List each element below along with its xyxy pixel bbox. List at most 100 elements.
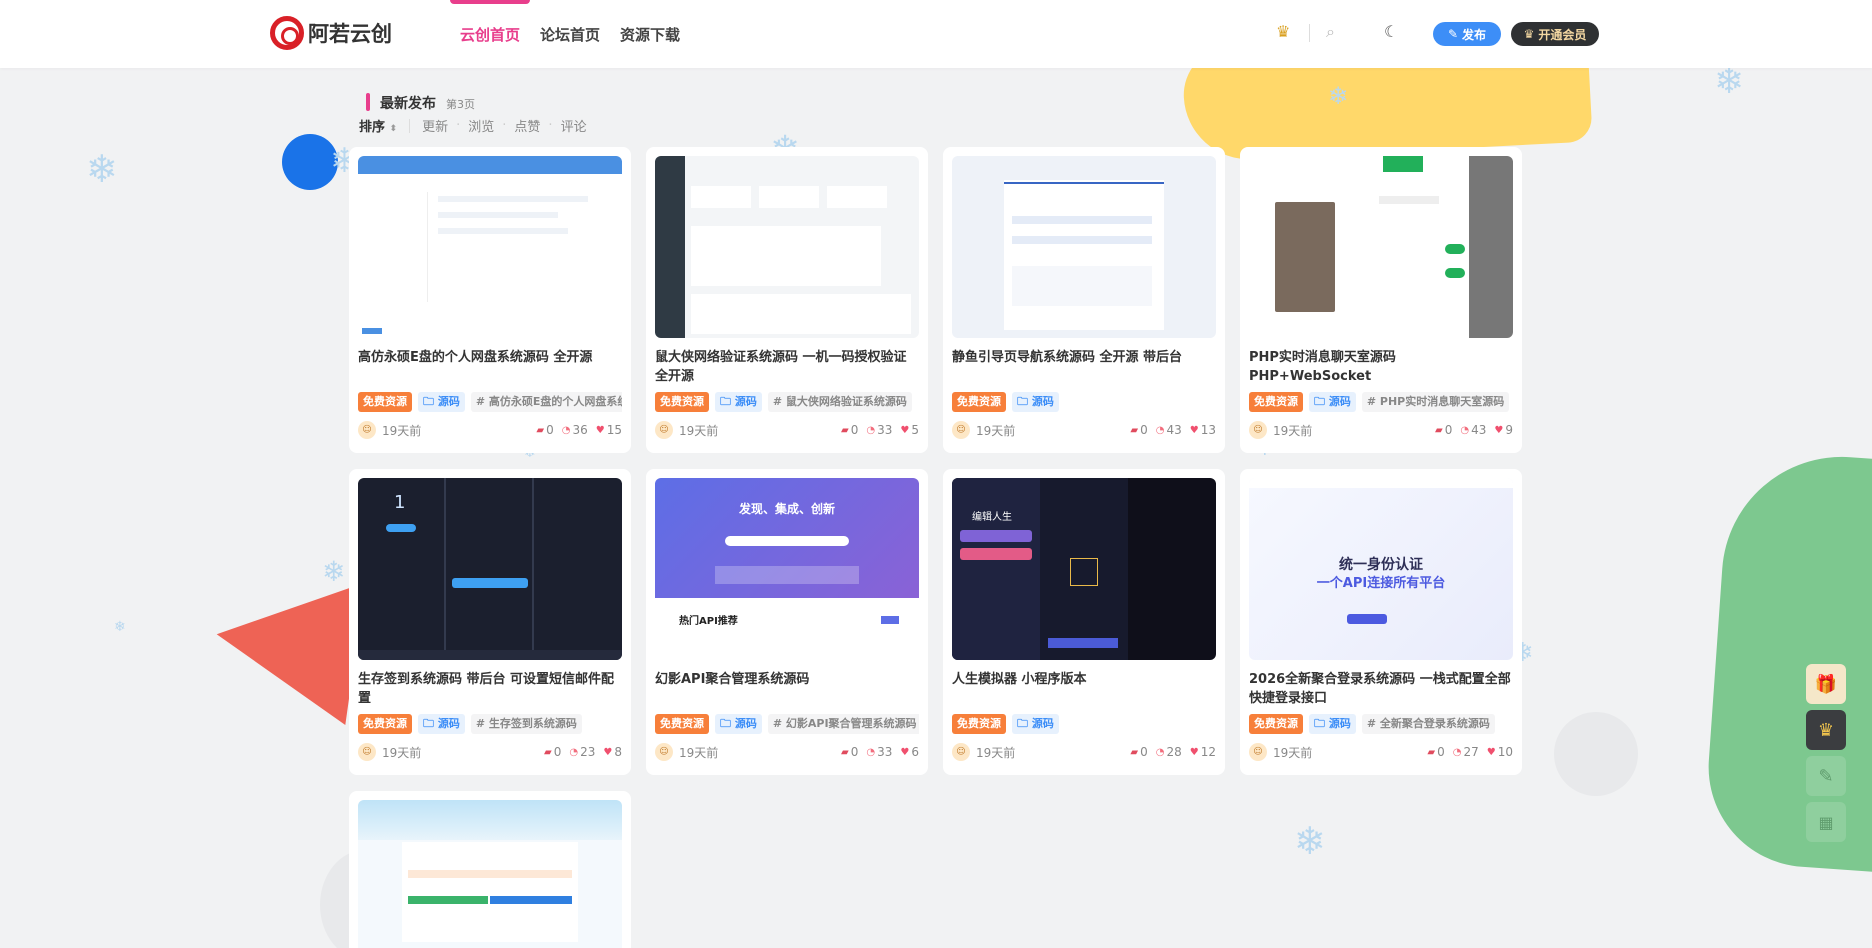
author-avatar[interactable]: ☺ (358, 743, 376, 761)
post-title[interactable]: 2026全新聚合登录系统源码 一栈式配置全部快捷登录接口 (1249, 670, 1513, 708)
view-value: 23 (580, 745, 596, 759)
nav-downloads[interactable]: 资源下载 (620, 0, 680, 68)
tag-label: # PHP实时消息聊天室源码 (1366, 395, 1505, 408)
view-value: 28 (1166, 745, 1182, 759)
post-card[interactable]: 鼠大侠网络验证系统源码 一机一码授权验证 全开源免费资源 🗀 源码 # 鼠大侠网络验… (646, 147, 928, 453)
sort-option-updated[interactable]: 更新 (422, 116, 448, 135)
vip-float-button[interactable]: ♛ (1806, 710, 1846, 750)
author-avatar[interactable]: ☺ (655, 743, 673, 761)
post-title[interactable]: 生存签到系统源码 带后台 可设置短信邮件配置 (358, 670, 622, 708)
sort-toggle[interactable]: 排序 ⬍ (359, 116, 397, 135)
like-value: 13 (1200, 423, 1216, 437)
tag-list: 免费资源 🗀 源码 # 高仿永硕E盘的个人网盘系统 (358, 392, 622, 412)
post-title[interactable]: 鼠大侠网络验证系统源码 一机一码授权验证 全开源 (655, 348, 919, 386)
post-card[interactable]: 统一身份认证 一个API连接所有平台 2026全新聚合登录系统源码 一栈式配置全部快… (1240, 469, 1522, 775)
tag-list: 免费资源 🗀 源码 # PHP实时消息聊天室源码 (1249, 392, 1513, 412)
post-thumbnail[interactable] (655, 156, 919, 338)
tag-keyword[interactable]: # 鼠大侠网络验证系统源码 (767, 392, 912, 412)
post-time: 19天前 (1273, 745, 1313, 760)
tag-list: 免费资源 🗀 源码 # 全新聚合登录系统源码 (1249, 714, 1513, 734)
author-avatar[interactable]: ☺ (952, 743, 970, 761)
comment-count: ▰ 0 (1427, 745, 1444, 759)
post-thumbnail[interactable]: 统一身份认证 一个API连接所有平台 (1249, 478, 1513, 660)
post-thumbnail[interactable] (358, 156, 622, 338)
post-thumbnail[interactable] (1249, 156, 1513, 338)
post-title[interactable]: 静鱼引导页导航系统源码 全开源 带后台 (952, 348, 1216, 386)
folder-icon: 🗀 (1314, 717, 1329, 730)
tag-source[interactable]: 🗀 源码 (1012, 714, 1059, 734)
logo-text: 阿若云创 (308, 21, 392, 46)
tag-source[interactable]: 🗀 源码 (418, 392, 465, 412)
tag-source[interactable]: 🗀 源码 (715, 714, 762, 734)
tag-free[interactable]: 免费资源 (655, 392, 709, 412)
post-card[interactable]: 发现、集成、创新 热门API推荐幻影API聚合管理系统源码免费资源 🗀 源码 # 幻影… (646, 469, 928, 775)
qrcode-button[interactable]: ▦ (1806, 802, 1846, 842)
post-card[interactable]: 静鱼引导页导航系统源码 全开源 带后台 免费资源 🗀 源码 ☺ 19天前 ▰ 0 ◔ 43 ♥ 13 (943, 147, 1225, 453)
gift-button[interactable]: 🎁 (1806, 664, 1846, 704)
main-nav: 云创首页 论坛首页 资源下载 (449, 0, 680, 68)
edit-float-button[interactable]: ✎ (1806, 756, 1846, 796)
author-avatar[interactable]: ☺ (655, 421, 673, 439)
sort-option-comments[interactable]: 评论 (561, 116, 587, 135)
author-avatar[interactable]: ☺ (1249, 743, 1267, 761)
vip-button[interactable]: ♛ 开通会员 (1511, 22, 1599, 46)
publish-button[interactable]: ✎ 发布 (1433, 22, 1501, 46)
post-thumbnail[interactable] (358, 800, 622, 948)
tag-free[interactable]: 免费资源 (952, 392, 1006, 412)
post-thumbnail[interactable]: 编辑人生 (952, 478, 1216, 660)
post-card[interactable]: 高仿永硕E盘的个人网盘系统源码 全开源免费资源 🗀 源码 # 高仿永硕E盘的个人网盘… (349, 147, 631, 453)
comment-value: 0 (850, 745, 859, 759)
post-title[interactable]: 高仿永硕E盘的个人网盘系统源码 全开源 (358, 348, 622, 386)
post-thumbnail[interactable] (952, 156, 1216, 338)
crown-icon[interactable]: ♛ (1276, 22, 1290, 41)
author-avatar[interactable]: ☺ (952, 421, 970, 439)
tag-source[interactable]: 🗀 源码 (418, 714, 465, 734)
tag-keyword[interactable]: # 高仿永硕E盘的个人网盘系统 (470, 392, 622, 412)
tag-label: 源码 (1328, 395, 1351, 408)
comment-icon: ▰ (544, 746, 552, 758)
tag-keyword[interactable]: # 全新聚合登录系统源码 (1361, 714, 1495, 734)
tag-free[interactable]: 免费资源 (655, 714, 709, 734)
tag-keyword[interactable]: # 幻影API聚合管理系统源码 (767, 714, 919, 734)
tag-label: 源码 (1031, 717, 1054, 730)
tag-free[interactable]: 免费资源 (358, 392, 412, 412)
tag-keyword[interactable]: # 生存签到系统源码 (470, 714, 582, 734)
tag-free[interactable]: 免费资源 (1249, 392, 1303, 412)
post-card[interactable]: 1 生存签到系统源码 带后台 可设置短信邮件配置免费资源 🗀 源码 # 生存签到系统源… (349, 469, 631, 775)
tag-keyword[interactable]: # PHP实时消息聊天室源码 (1361, 392, 1510, 412)
snowflake-icon: ❄ (86, 147, 118, 191)
nav-home[interactable]: 云创首页 (449, 0, 531, 68)
post-card[interactable]: PHP实时消息聊天室源码 PHP+WebSocket 免费资源 🗀 源码 # PHP实… (1240, 147, 1522, 453)
post-title[interactable]: 幻影API聚合管理系统源码 (655, 670, 919, 708)
moon-icon[interactable]: ☾ (1384, 22, 1398, 41)
post-card[interactable] (349, 791, 631, 948)
post-time: 19天前 (382, 745, 422, 760)
top-header: 阿若云创 云创首页 论坛首页 资源下载 ♛ ⌕ ☾ ✎ 发布 ♛ 开通会员 (0, 0, 1872, 68)
author-avatar[interactable]: ☺ (1249, 421, 1267, 439)
nav-forum[interactable]: 论坛首页 (540, 0, 600, 68)
sort-option-likes[interactable]: 点赞 (514, 116, 540, 135)
tag-free[interactable]: 免费资源 (952, 714, 1006, 734)
post-title[interactable]: 人生模拟器 小程序版本 (952, 670, 1216, 708)
post-thumbnail[interactable]: 发现、集成、创新 热门API推荐 (655, 478, 919, 660)
qrcode-icon: ▦ (1818, 812, 1834, 832)
like-count: ♥ 9 (1494, 423, 1513, 437)
search-icon[interactable]: ⌕ (1326, 22, 1335, 42)
post-thumbnail[interactable]: 1 (358, 478, 622, 660)
tag-source[interactable]: 🗀 源码 (1012, 392, 1059, 412)
sort-dot: · (548, 118, 553, 133)
tag-source[interactable]: 🗀 源码 (715, 392, 762, 412)
tag-free[interactable]: 免费资源 (358, 714, 412, 734)
comment-value: 0 (553, 745, 562, 759)
sort-option-views[interactable]: 浏览 (468, 116, 494, 135)
tag-free[interactable]: 免费资源 (1249, 714, 1303, 734)
author-avatar[interactable]: ☺ (358, 421, 376, 439)
tag-label: 源码 (437, 395, 460, 408)
post-title[interactable]: PHP实时消息聊天室源码 PHP+WebSocket (1249, 348, 1513, 386)
decor-blue-circle (282, 134, 338, 190)
tag-source[interactable]: 🗀 源码 (1309, 714, 1356, 734)
thumb-auth-line2: 一个API连接所有平台 (1316, 576, 1446, 591)
post-card[interactable]: 编辑人生 人生模拟器 小程序版本 免费资源 🗀 源码 ☺ 19天前 ▰ 0 ◔ 28 ♥ 12 (943, 469, 1225, 775)
site-logo[interactable]: 阿若云创 (270, 16, 392, 50)
tag-source[interactable]: 🗀 源码 (1309, 392, 1356, 412)
